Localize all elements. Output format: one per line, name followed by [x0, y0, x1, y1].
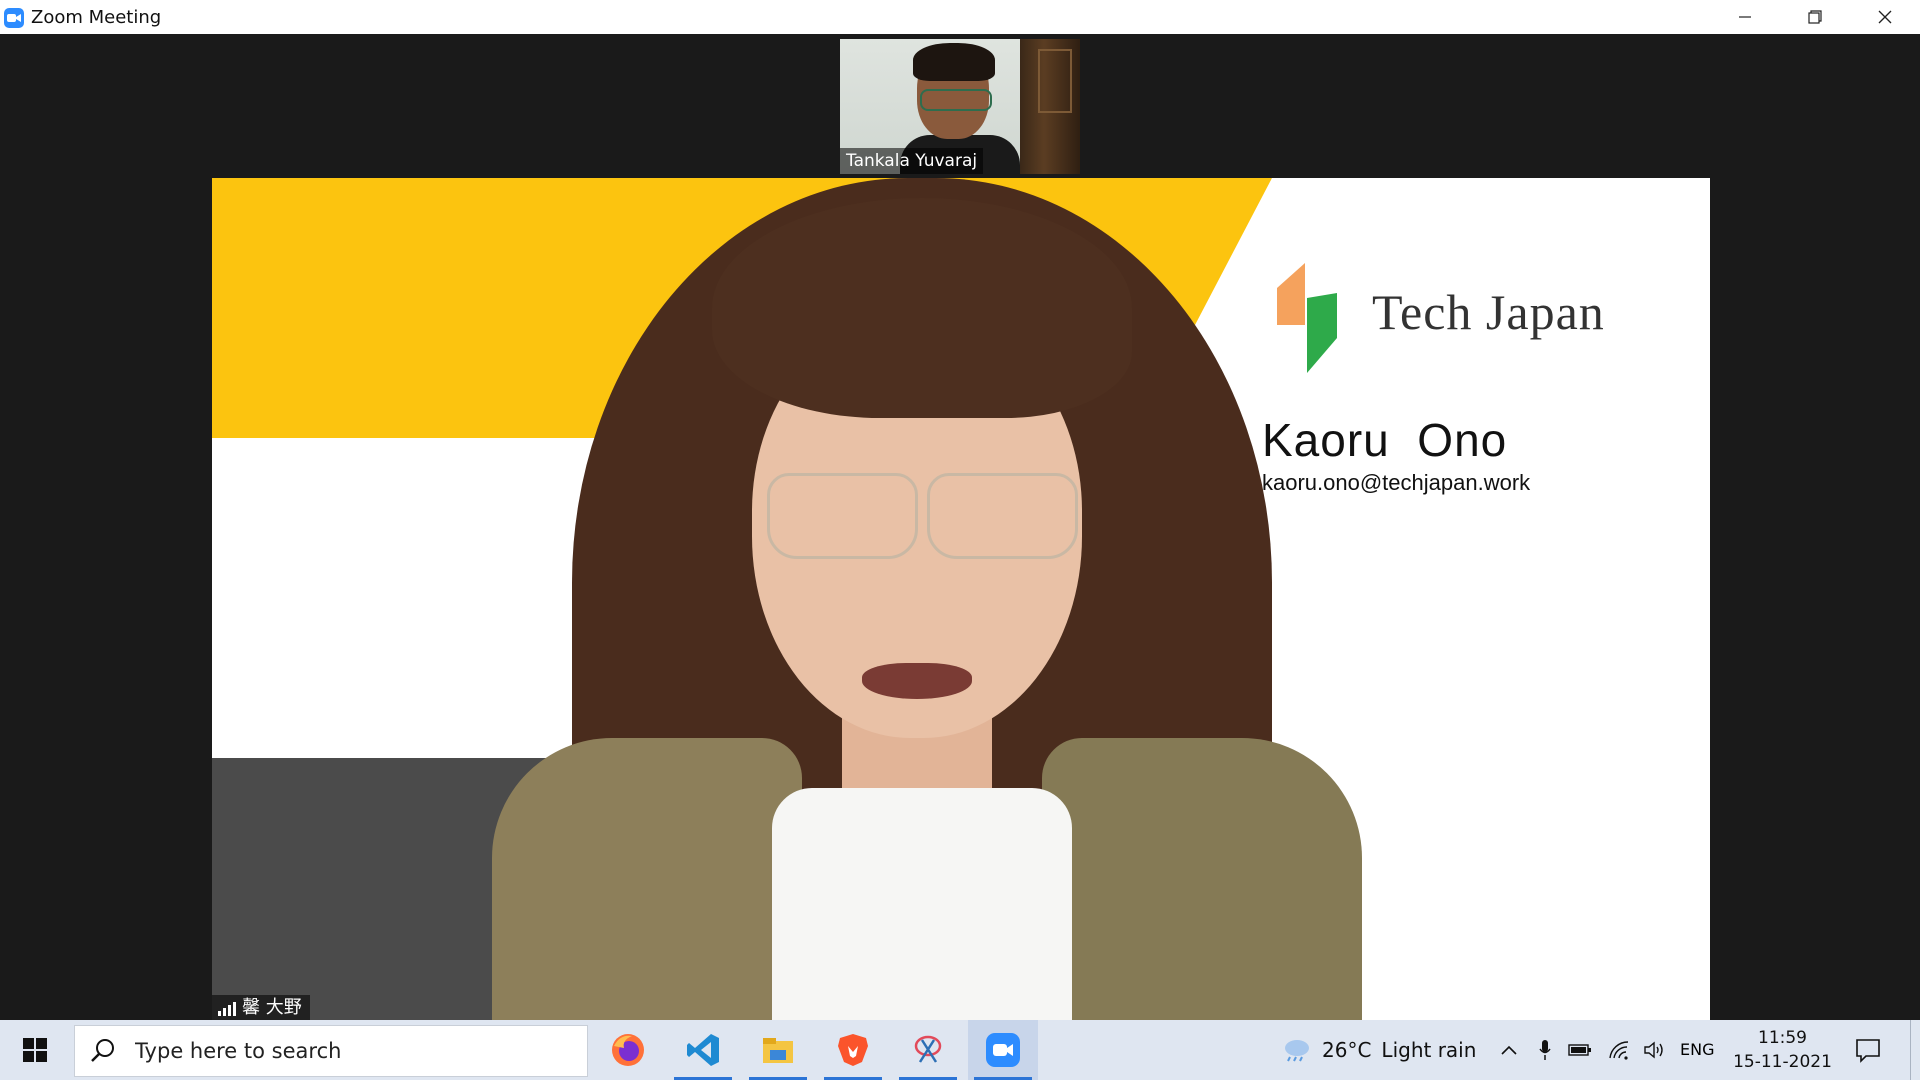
- zoom-app-icon: [4, 8, 24, 28]
- participant-name-label: Tankala Yuvaraj: [840, 148, 984, 174]
- restore-icon: [1808, 10, 1822, 24]
- taskbar: 26°C Light rain ENG 11:59 15-11-2021: [0, 1020, 1920, 1080]
- clock-date: 15-11-2021: [1733, 1052, 1832, 1072]
- microphone-icon: [1539, 1040, 1551, 1060]
- clock-time: 11:59: [1758, 1028, 1807, 1048]
- weather-condition: Light rain: [1381, 1038, 1477, 1062]
- taskbar-clock[interactable]: 11:59 15-11-2021: [1730, 1026, 1835, 1074]
- wifi-icon: [1609, 1041, 1629, 1060]
- participant-thumbnail[interactable]: Tankala Yuvaraj: [840, 39, 1080, 174]
- taskbar-search-box[interactable]: [74, 1025, 588, 1077]
- tech-japan-logo-icon: [1277, 263, 1337, 373]
- taskbar-app-snip[interactable]: [893, 1020, 963, 1080]
- brave-icon: [838, 1034, 868, 1066]
- chevron-up-icon: [1501, 1045, 1517, 1055]
- participant-hair: [913, 43, 995, 81]
- vscode-icon: [687, 1034, 719, 1066]
- volume-tray-button[interactable]: [1643, 1038, 1667, 1062]
- input-language[interactable]: ENG: [1680, 1020, 1714, 1080]
- search-input[interactable]: [133, 1038, 557, 1064]
- background-person-email: kaoru.ono@techjapan.work: [1262, 470, 1531, 495]
- taskbar-app-zoom[interactable]: [968, 1020, 1038, 1080]
- speaker-shirt: [772, 788, 1072, 1021]
- taskbar-app-firefox[interactable]: [593, 1020, 663, 1080]
- speaker-bangs: [712, 198, 1132, 418]
- action-center-button[interactable]: [1852, 1034, 1884, 1066]
- windows-logo-icon: [23, 1038, 47, 1062]
- speaker-name: 馨 大野: [242, 997, 302, 1018]
- close-icon: [1878, 10, 1892, 24]
- weather-temperature: 26°C: [1322, 1038, 1372, 1062]
- thumbnail-door: [1020, 39, 1080, 174]
- background-person-name: Kaoru Ono: [1262, 414, 1508, 466]
- title-bar: Zoom Meeting: [0, 0, 1920, 35]
- speaker-name-label: 馨 大野: [212, 995, 310, 1021]
- weather-widget[interactable]: 26°C Light rain: [1282, 1020, 1476, 1080]
- firefox-icon: [612, 1034, 644, 1066]
- speaker-cardigan-left: [492, 738, 802, 1021]
- microphone-tray-button[interactable]: [1533, 1038, 1557, 1062]
- minimize-button[interactable]: [1710, 0, 1780, 34]
- battery-icon: [1568, 1044, 1591, 1056]
- network-tray-button[interactable]: [1607, 1038, 1631, 1062]
- window-title: Zoom Meeting: [31, 7, 162, 28]
- rain-cloud-icon: [1285, 1040, 1309, 1062]
- speaker-icon: [1644, 1041, 1663, 1059]
- minimize-icon: [1739, 16, 1751, 18]
- meeting-area: Tankala Yuvaraj Tech Japan Kaoru Ono kao…: [0, 34, 1920, 1021]
- active-speaker-video[interactable]: Tech Japan Kaoru Ono kaoru.ono@techjapan…: [212, 178, 1710, 1021]
- battery-tray-button[interactable]: [1568, 1038, 1592, 1062]
- notification-icon: [1856, 1039, 1880, 1063]
- participant-glasses: [920, 89, 992, 111]
- start-button[interactable]: [0, 1020, 70, 1080]
- taskbar-app-vscode[interactable]: [668, 1020, 738, 1080]
- speaker-glasses-right: [927, 473, 1078, 559]
- search-icon: [91, 1039, 114, 1062]
- speaker-cardigan-right: [1042, 738, 1362, 1021]
- taskbar-app-file-explorer[interactable]: [743, 1020, 813, 1080]
- snip-tool-icon: [914, 1035, 942, 1063]
- show-desktop-button[interactable]: [1910, 1020, 1920, 1080]
- brand-name: Tech Japan: [1372, 284, 1605, 340]
- file-explorer-icon: [763, 1038, 793, 1063]
- show-hidden-icons-button[interactable]: [1497, 1038, 1521, 1062]
- restore-button[interactable]: [1780, 0, 1850, 34]
- close-button[interactable]: [1850, 0, 1920, 34]
- taskbar-app-brave[interactable]: [818, 1020, 888, 1080]
- zoom-icon: [986, 1033, 1020, 1067]
- speaker-glasses-left: [767, 473, 918, 559]
- connection-signal-icon: [218, 1000, 236, 1016]
- speaker-mouth: [862, 663, 972, 699]
